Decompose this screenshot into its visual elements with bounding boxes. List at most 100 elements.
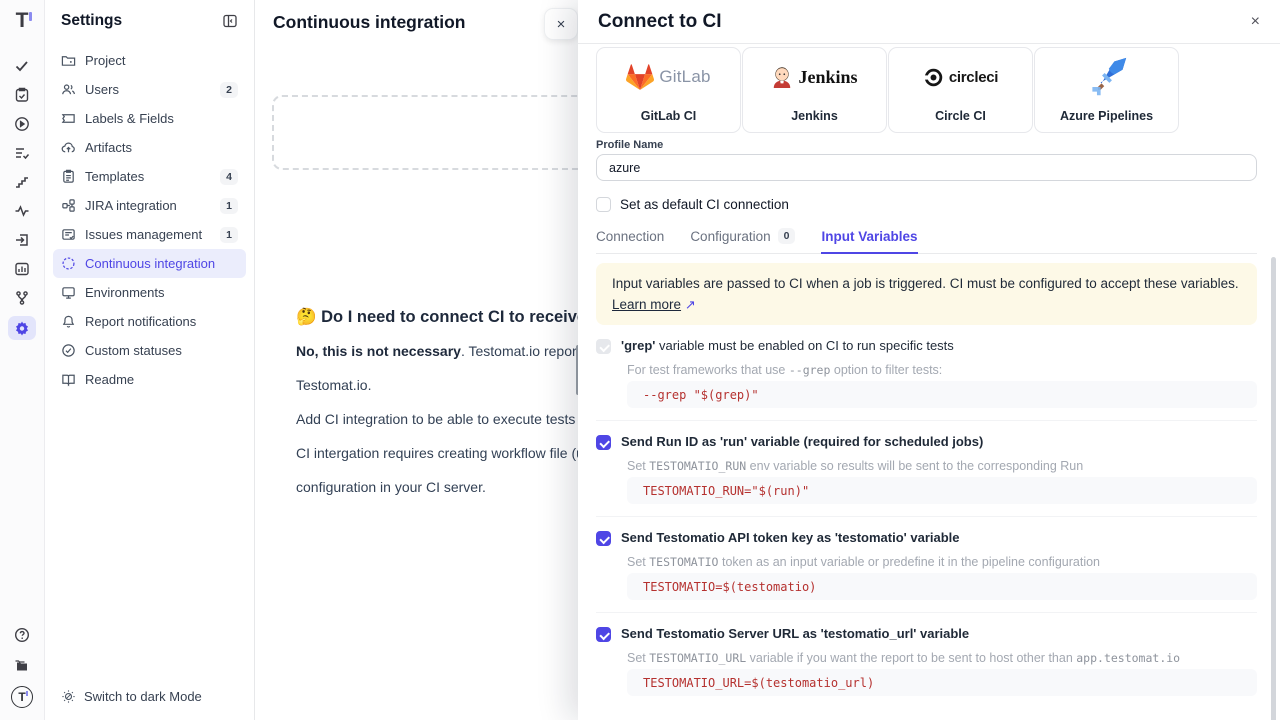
item-badge: 1	[220, 227, 238, 243]
code-snippet: --grep "$(grep)"	[627, 381, 1257, 408]
grep-checkbox	[596, 339, 611, 354]
modal-close-icon[interactable]: ×	[1251, 14, 1260, 30]
app-screen: T T Settings Project Users2 Labels	[0, 0, 1280, 720]
circleci-logo-icon	[923, 67, 944, 88]
provider-card-azure-pipelines[interactable]: Azure Pipelines	[1034, 47, 1179, 133]
sidebar-item-labels-fields[interactable]: Labels & Fields	[53, 104, 246, 133]
app-logo[interactable]: T	[16, 9, 29, 33]
external-link-arrow-icon: ↗	[685, 297, 696, 312]
modal-scrollbar-thumb[interactable]	[1271, 257, 1276, 720]
item-badge: 4	[220, 169, 238, 185]
runs-play-icon[interactable]	[8, 113, 36, 135]
milestones-steps-icon[interactable]	[8, 171, 36, 193]
sidebar-item-label: Project	[85, 53, 125, 68]
default-ci-checkbox-label: Set as default CI connection	[620, 197, 789, 212]
sidebar-item-artifacts[interactable]: Artifacts	[53, 133, 246, 162]
settings-gear-icon[interactable]	[8, 316, 36, 340]
input-variables-note: Input variables are passed to CI when a …	[596, 263, 1257, 325]
default-ci-checkbox[interactable]	[596, 197, 611, 212]
modal-title: Connect to CI	[598, 11, 722, 33]
sidebar-item-label: Readme	[85, 372, 134, 387]
provider-label: Azure Pipelines	[1060, 109, 1153, 123]
sidebar-item-custom-statuses[interactable]: Custom statuses	[53, 336, 246, 365]
sidebar-item-users[interactable]: Users 2	[53, 75, 246, 104]
lamp-icon	[61, 689, 76, 704]
sidebar-item-label: Issues management	[85, 227, 202, 242]
variable-section-server-url: Send Testomatio Server URL as 'testomati…	[596, 626, 1257, 708]
azure-pipelines-logo-icon	[1085, 56, 1129, 98]
help-icon[interactable]	[8, 624, 36, 646]
variable-description: Set TESTOMATIO_RUN env variable so resul…	[627, 459, 1257, 473]
provider-card-gitlab[interactable]: GitLab GitLab CI	[596, 47, 741, 133]
ci-tabs: Connection Configuration0 Input Variable…	[596, 228, 1257, 254]
item-badge: 2	[220, 82, 238, 98]
sidebar-item-label: Report notifications	[85, 314, 196, 329]
provider-label: Jenkins	[791, 109, 838, 123]
icon-rail: T T	[0, 0, 45, 720]
learn-more-link[interactable]: Learn more	[612, 297, 681, 312]
import-icon[interactable]	[8, 229, 36, 251]
note-text: Input variables are passed to CI when a …	[612, 276, 1239, 291]
sidebar-item-jira-integration[interactable]: JIRA integration 1	[53, 191, 246, 220]
item-badge: 1	[220, 198, 238, 214]
user-avatar[interactable]: T	[11, 686, 33, 708]
provider-label: Circle CI	[935, 109, 986, 123]
page-close-button[interactable]: ×	[544, 8, 578, 40]
sidebar-item-label: Environments	[85, 285, 164, 300]
sidebar-item-continuous-integration[interactable]: Continuous integration	[53, 249, 246, 278]
profile-name-label: Profile Name	[596, 139, 1257, 151]
variable-section-run-id: Send Run ID as 'run' variable (required …	[596, 434, 1257, 517]
dark-mode-toggle[interactable]: Switch to dark Mode	[61, 689, 202, 704]
code-snippet: TESTOMATIO_URL=$(testomatio_url)	[627, 669, 1257, 696]
sidebar-item-report-notifications[interactable]: Report notifications	[53, 307, 246, 336]
server-url-checkbox[interactable]	[596, 627, 611, 642]
gitlab-wordmark: GitLab	[659, 67, 710, 87]
provider-card-circleci[interactable]: circleci Circle CI	[888, 47, 1033, 133]
tab-connection[interactable]: Connection	[596, 228, 664, 253]
sidebar-item-label: Continuous integration	[85, 256, 215, 271]
variable-description: For test frameworks that use --grep opti…	[627, 363, 1257, 377]
sidebar-item-issues-management[interactable]: Issues management 1	[53, 220, 246, 249]
code-snippet: TESTOMATIO=$(testomatio)	[627, 573, 1257, 600]
projects-folder-icon[interactable]	[8, 655, 36, 677]
run-id-checkbox[interactable]	[596, 435, 611, 450]
tab-badge: 0	[778, 228, 796, 244]
connect-to-ci-modal: Connect to CI × GitLab GitLab CI Jenkins	[578, 0, 1280, 720]
tests-check-icon[interactable]	[8, 55, 36, 77]
ci-provider-list: GitLab GitLab CI Jenkins Jenkins circlec…	[596, 47, 1257, 133]
default-ci-checkbox-row[interactable]: Set as default CI connection	[596, 197, 1257, 212]
sidebar-item-readme[interactable]: Readme	[53, 365, 246, 394]
jenkins-wordmark: Jenkins	[798, 67, 857, 88]
page-title: Continuous integration	[273, 12, 465, 33]
results-list-icon[interactable]	[8, 142, 36, 164]
variable-description: Set TESTOMATIO token as an input variabl…	[627, 555, 1257, 569]
collapse-panel-icon[interactable]	[222, 13, 238, 29]
sidebar-item-label: Custom statuses	[85, 343, 182, 358]
sidebar-item-label: Labels & Fields	[85, 111, 174, 126]
jenkins-logo-icon	[771, 65, 793, 89]
profile-name-input[interactable]	[596, 154, 1257, 181]
code-snippet: TESTOMATIO_RUN="$(run)"	[627, 477, 1257, 504]
tab-configuration[interactable]: Configuration0	[690, 228, 795, 253]
sidebar-item-label: Users	[85, 82, 119, 97]
close-icon: ×	[557, 16, 566, 33]
test-plan-clipboard-icon[interactable]	[8, 84, 36, 106]
sidebar-item-label: JIRA integration	[85, 198, 177, 213]
gitlab-logo-icon	[626, 64, 654, 90]
sidebar-item-label: Artifacts	[85, 140, 132, 155]
variable-section-api-token: Send Testomatio API token key as 'testom…	[596, 530, 1257, 613]
pulse-activity-icon[interactable]	[8, 200, 36, 222]
variable-section-grep: 'grep' variable must be enabled on CI to…	[596, 338, 1257, 421]
tab-input-variables[interactable]: Input Variables	[821, 228, 917, 253]
circleci-wordmark: circleci	[949, 69, 998, 86]
sidebar-item-templates[interactable]: Templates 4	[53, 162, 246, 191]
sidebar-item-label: Templates	[85, 169, 144, 184]
api-token-checkbox[interactable]	[596, 531, 611, 546]
branches-icon[interactable]	[8, 287, 36, 309]
sidebar-item-project[interactable]: Project	[53, 46, 246, 75]
provider-card-jenkins[interactable]: Jenkins Jenkins	[742, 47, 887, 133]
settings-sidebar: Settings Project Users2 Labels & Fields …	[45, 0, 255, 720]
dark-mode-label: Switch to dark Mode	[84, 689, 202, 704]
analytics-chart-icon[interactable]	[8, 258, 36, 280]
sidebar-item-environments[interactable]: Environments	[53, 278, 246, 307]
